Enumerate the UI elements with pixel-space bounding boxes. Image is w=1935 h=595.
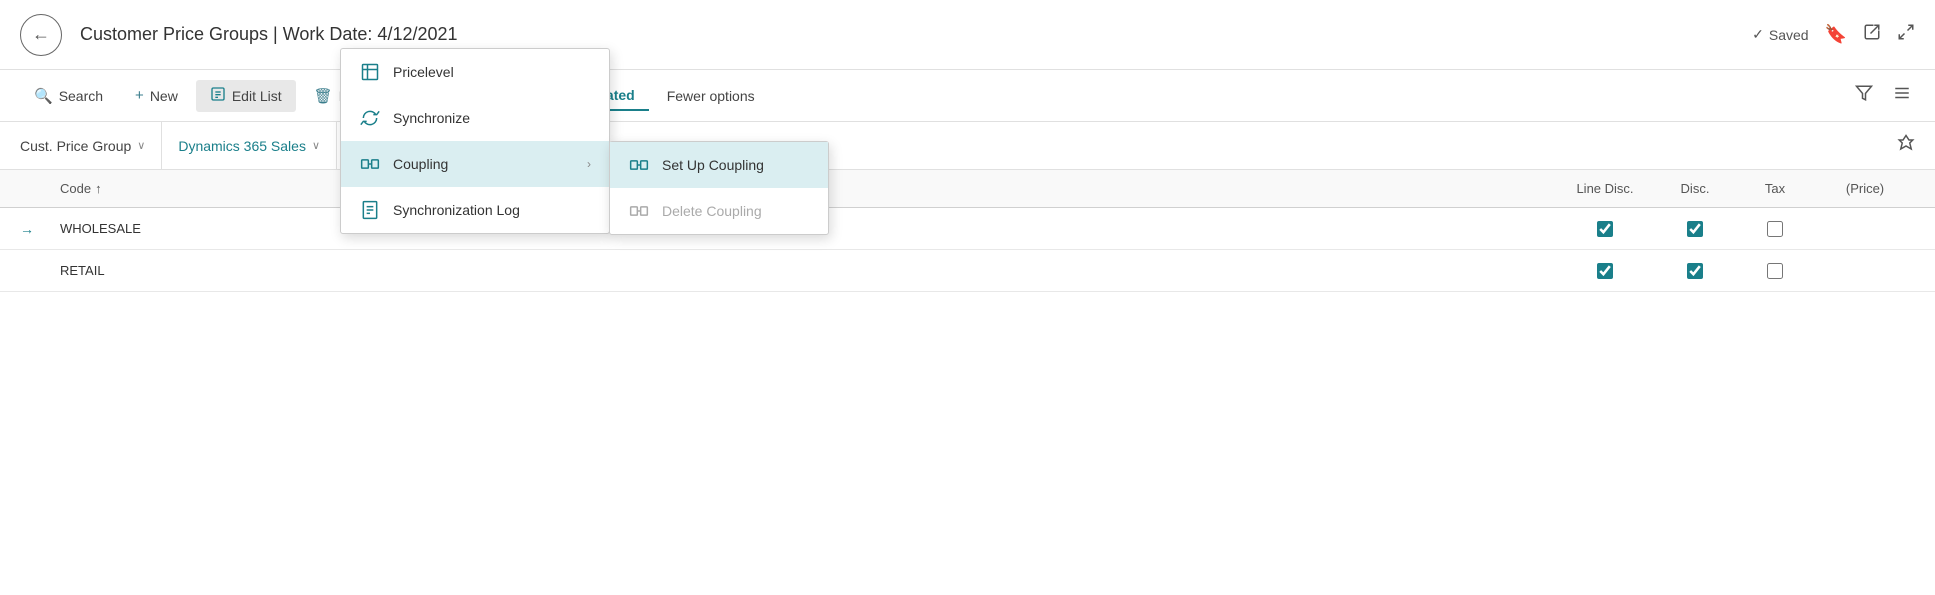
- row-tax-wholesale[interactable]: [1735, 221, 1815, 237]
- pricelevel-icon: [359, 61, 381, 83]
- search-label: Search: [59, 88, 103, 104]
- dynamics-label: Dynamics 365 Sales: [178, 138, 306, 154]
- dropdown-overlay: Pricelevel Synchronize Cou: [340, 48, 610, 234]
- disc-checkbox-retail[interactable]: [1687, 263, 1703, 279]
- edit-list-icon: [210, 86, 226, 106]
- search-button[interactable]: 🔍 Search: [20, 81, 117, 111]
- sort-indicator: ↑: [95, 181, 102, 196]
- dropdown-item-coupling[interactable]: Coupling › Set Up Coupling: [341, 141, 609, 187]
- coupling-icon: [359, 153, 381, 175]
- search-icon: 🔍: [34, 87, 53, 105]
- new-label: New: [150, 88, 178, 104]
- dropdown-item-synchronize[interactable]: Synchronize: [341, 95, 609, 141]
- top-bar: ← Customer Price Groups | Work Date: 4/1…: [0, 0, 1935, 70]
- row-arrow-wholesale: →: [20, 221, 60, 237]
- sub-dropdown-item-setup-coupling[interactable]: Set Up Coupling: [610, 142, 828, 188]
- row-disc-wholesale[interactable]: [1655, 221, 1735, 237]
- new-button[interactable]: + New: [121, 81, 192, 110]
- dropdown-pricelevel-label: Pricelevel: [393, 64, 454, 80]
- th-linedisc-label: Line Disc.: [1576, 181, 1633, 196]
- bookmark-icon[interactable]: 🔖: [1825, 24, 1847, 45]
- back-icon: ←: [32, 24, 50, 45]
- dropdown-item-sync-log[interactable]: Synchronization Log: [341, 187, 609, 233]
- cust-price-group-menu[interactable]: Cust. Price Group ∨: [20, 122, 162, 169]
- sub-header: Cust. Price Group ∨ Dynamics 365 Sales ∨: [0, 122, 1935, 170]
- saved-status: ✓ Saved: [1752, 26, 1808, 43]
- pin-icon[interactable]: [1897, 134, 1915, 157]
- th-price[interactable]: (Price): [1815, 181, 1915, 196]
- share-icon[interactable]: [1863, 23, 1881, 46]
- row-linedisc-wholesale[interactable]: [1555, 221, 1655, 237]
- expand-icon[interactable]: [1897, 23, 1915, 46]
- delete-coupling-label: Delete Coupling: [662, 203, 762, 219]
- coupling-chevron-right: ›: [587, 157, 591, 171]
- plus-icon: +: [135, 87, 144, 104]
- th-tax-label: Tax: [1765, 181, 1785, 196]
- cust-price-group-label: Cust. Price Group: [20, 138, 131, 154]
- dropdown-sync-log-label: Synchronization Log: [393, 202, 520, 218]
- dynamics-menu[interactable]: Dynamics 365 Sales ∨: [162, 122, 337, 169]
- synchronize-icon: [359, 107, 381, 129]
- fewer-options-label: Fewer options: [667, 88, 755, 104]
- linedisc-checkbox-wholesale[interactable]: [1597, 221, 1613, 237]
- row-code-wholesale: WHOLESALE: [60, 221, 340, 236]
- back-button[interactable]: ←: [20, 14, 62, 56]
- disc-checkbox-wholesale[interactable]: [1687, 221, 1703, 237]
- linedisc-checkbox-retail[interactable]: [1597, 263, 1613, 279]
- th-code[interactable]: Code ↑: [60, 181, 340, 196]
- th-price-label: (Price): [1846, 181, 1884, 196]
- tax-checkbox-wholesale[interactable]: [1767, 221, 1783, 237]
- dropdown-coupling-label: Coupling: [393, 156, 448, 172]
- table-row[interactable]: RETAIL: [0, 250, 1935, 292]
- th-tax[interactable]: Tax: [1735, 181, 1815, 196]
- table-header: Code ↑ Line Disc. Disc. Tax (Price): [0, 170, 1935, 208]
- table-row[interactable]: → WHOLESALE: [0, 208, 1935, 250]
- saved-label-text: Saved: [1769, 27, 1809, 43]
- edit-list-button[interactable]: Edit List: [196, 80, 296, 112]
- sub-dropdown-coupling: Set Up Coupling Delete Coupling: [609, 141, 829, 235]
- cust-price-group-chevron: ∨: [137, 139, 145, 152]
- toolbar: 🔍 Search + New Edit List 🗑 Delete Naviga…: [0, 70, 1935, 122]
- dynamics-chevron: ∨: [312, 139, 320, 152]
- top-actions: ✓ Saved 🔖: [1752, 23, 1915, 46]
- delete-icon: 🗑: [314, 87, 333, 105]
- edit-list-label: Edit List: [232, 88, 282, 104]
- sync-log-icon: [359, 199, 381, 221]
- th-code-label: Code: [60, 181, 91, 196]
- dropdown-synchronize-label: Synchronize: [393, 110, 470, 126]
- filter-icon[interactable]: [1851, 80, 1877, 111]
- sub-dropdown-item-delete-coupling: Delete Coupling: [610, 188, 828, 234]
- toolbar-right: [1851, 80, 1915, 111]
- setup-coupling-icon: [628, 154, 650, 176]
- th-disc-label: Disc.: [1681, 181, 1710, 196]
- delete-coupling-icon: [628, 200, 650, 222]
- tax-checkbox-retail[interactable]: [1767, 263, 1783, 279]
- dropdown-item-pricelevel[interactable]: Pricelevel: [341, 49, 609, 95]
- row-linedisc-retail[interactable]: [1555, 263, 1655, 279]
- row-code-retail: RETAIL: [60, 263, 340, 278]
- checkmark-icon: ✓: [1752, 26, 1764, 43]
- page-title: Customer Price Groups | Work Date: 4/12/…: [80, 24, 1752, 45]
- setup-coupling-label: Set Up Coupling: [662, 157, 764, 173]
- column-list-icon[interactable]: [1889, 80, 1915, 111]
- fewer-options-button[interactable]: Fewer options: [653, 82, 769, 110]
- row-tax-retail[interactable]: [1735, 263, 1815, 279]
- dropdown-menu: Pricelevel Synchronize Cou: [340, 48, 610, 234]
- th-disc[interactable]: Disc.: [1655, 181, 1735, 196]
- th-linedisc[interactable]: Line Disc.: [1555, 181, 1655, 196]
- row-disc-retail[interactable]: [1655, 263, 1735, 279]
